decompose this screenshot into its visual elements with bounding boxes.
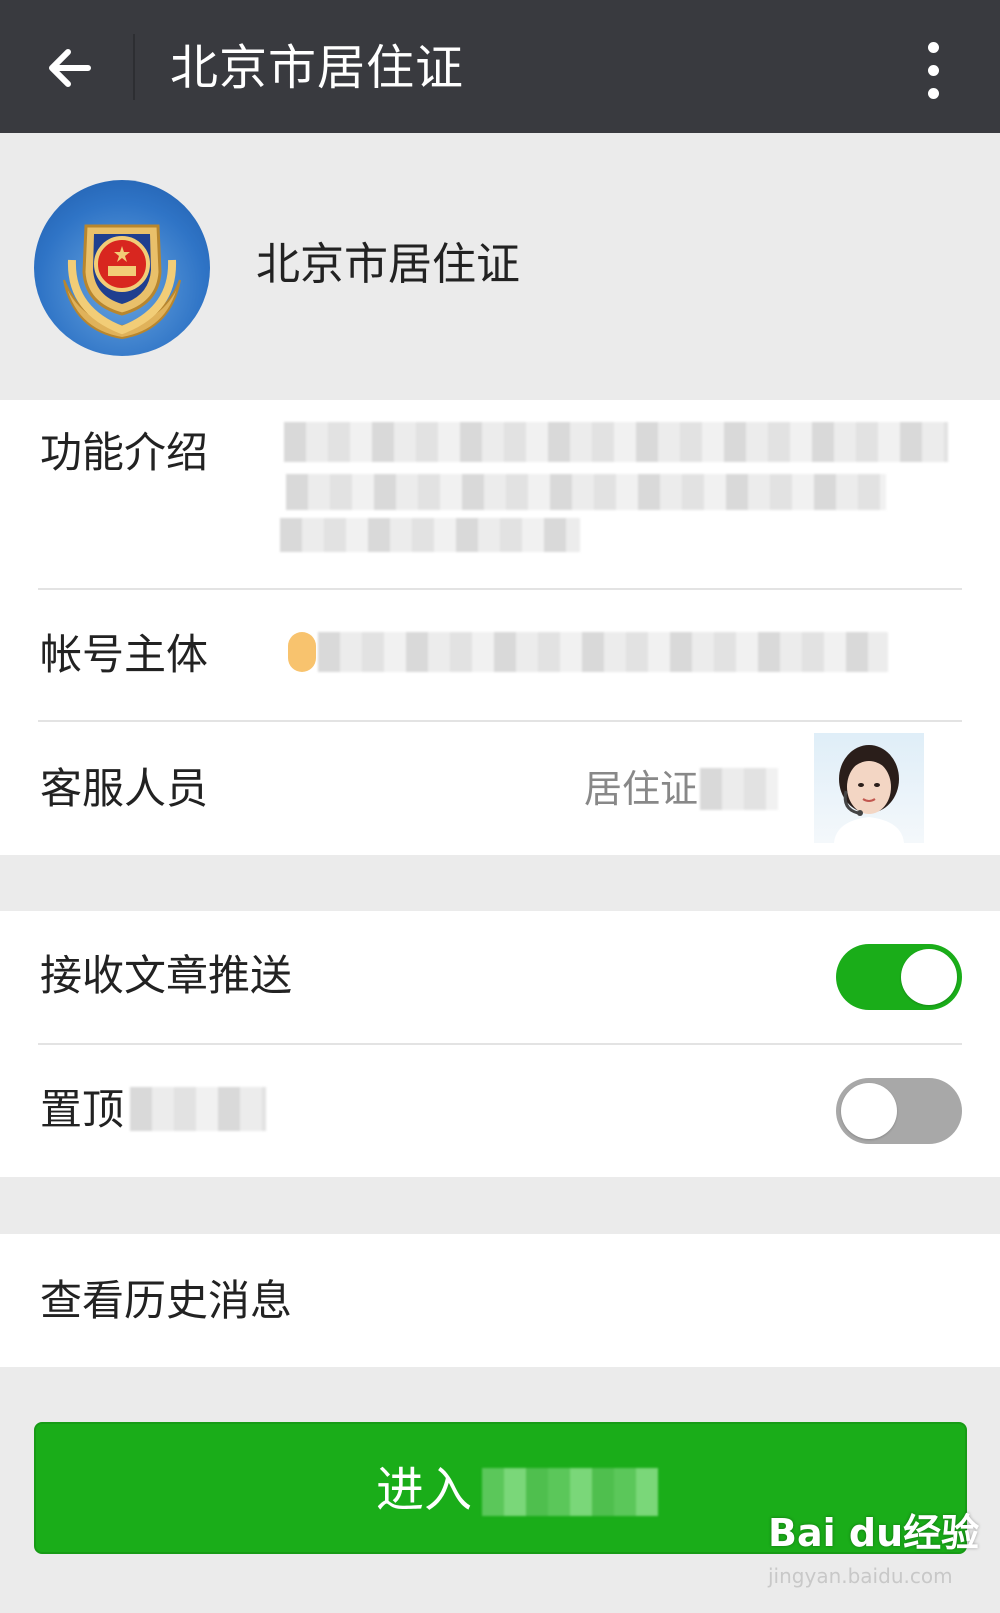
service-label: 客服人员 xyxy=(40,764,209,813)
more-vertical-icon xyxy=(927,41,939,53)
intro-label: 功能介绍 xyxy=(40,428,209,477)
toggle-knob xyxy=(901,949,957,1005)
toggle-knob xyxy=(841,1083,897,1139)
intro-text-redacted xyxy=(280,518,580,552)
intro-text-redacted xyxy=(286,474,886,510)
settings-card: 接收文章推送 置顶 xyxy=(0,911,1000,1177)
push-row: 接收文章推送 xyxy=(0,911,1000,1043)
police-emblem-icon xyxy=(63,224,181,340)
push-toggle[interactable] xyxy=(836,944,962,1010)
service-value-redacted xyxy=(700,768,778,810)
watermark-url: jingyan.baidu.com xyxy=(768,1564,953,1588)
push-label: 接收文章推送 xyxy=(40,951,293,1000)
intro-text-redacted xyxy=(284,422,948,462)
service-row[interactable]: 客服人员 居住证 xyxy=(0,722,1000,855)
history-row[interactable]: 查看历史消息 xyxy=(0,1234,1000,1367)
owner-text-redacted xyxy=(318,632,888,672)
top-bar-divider xyxy=(133,34,135,100)
owner-label: 帐号主体 xyxy=(40,630,209,679)
profile-name: 北京市居住证 xyxy=(256,239,520,290)
page-title: 北京市居住证 xyxy=(170,40,465,96)
info-card: 功能介绍 帐号主体 客服人员 居住证 xyxy=(0,400,1000,855)
back-button[interactable] xyxy=(30,28,110,108)
watermark-logo: Bai du经验 xyxy=(768,1511,980,1555)
avatar[interactable] xyxy=(34,180,210,356)
top-bar: 北京市居住证 xyxy=(0,0,1000,133)
pin-label: 置顶 xyxy=(40,1085,125,1134)
history-card: 查看历史消息 xyxy=(0,1234,1000,1367)
intro-row[interactable]: 功能介绍 xyxy=(0,400,1000,588)
baidu-watermark: Bai du经验 jingyan.baidu.com xyxy=(768,1502,988,1602)
history-label: 查看历史消息 xyxy=(40,1276,293,1325)
verified-icon xyxy=(288,632,316,672)
pin-toggle[interactable] xyxy=(836,1078,962,1144)
owner-row[interactable]: 帐号主体 xyxy=(0,590,1000,720)
enter-button-label: 进入 xyxy=(376,1462,473,1518)
customer-service-avatar-icon xyxy=(834,745,904,843)
pin-label-redacted xyxy=(130,1087,266,1131)
pin-row: 置顶 xyxy=(0,1045,1000,1177)
enter-button-label-redacted xyxy=(482,1468,658,1516)
profile-header: 北京市居住证 xyxy=(0,133,1000,400)
more-button[interactable] xyxy=(905,30,961,110)
service-avatar[interactable] xyxy=(814,733,924,843)
service-value: 居住证 xyxy=(584,767,699,811)
arrow-left-icon xyxy=(49,49,91,87)
